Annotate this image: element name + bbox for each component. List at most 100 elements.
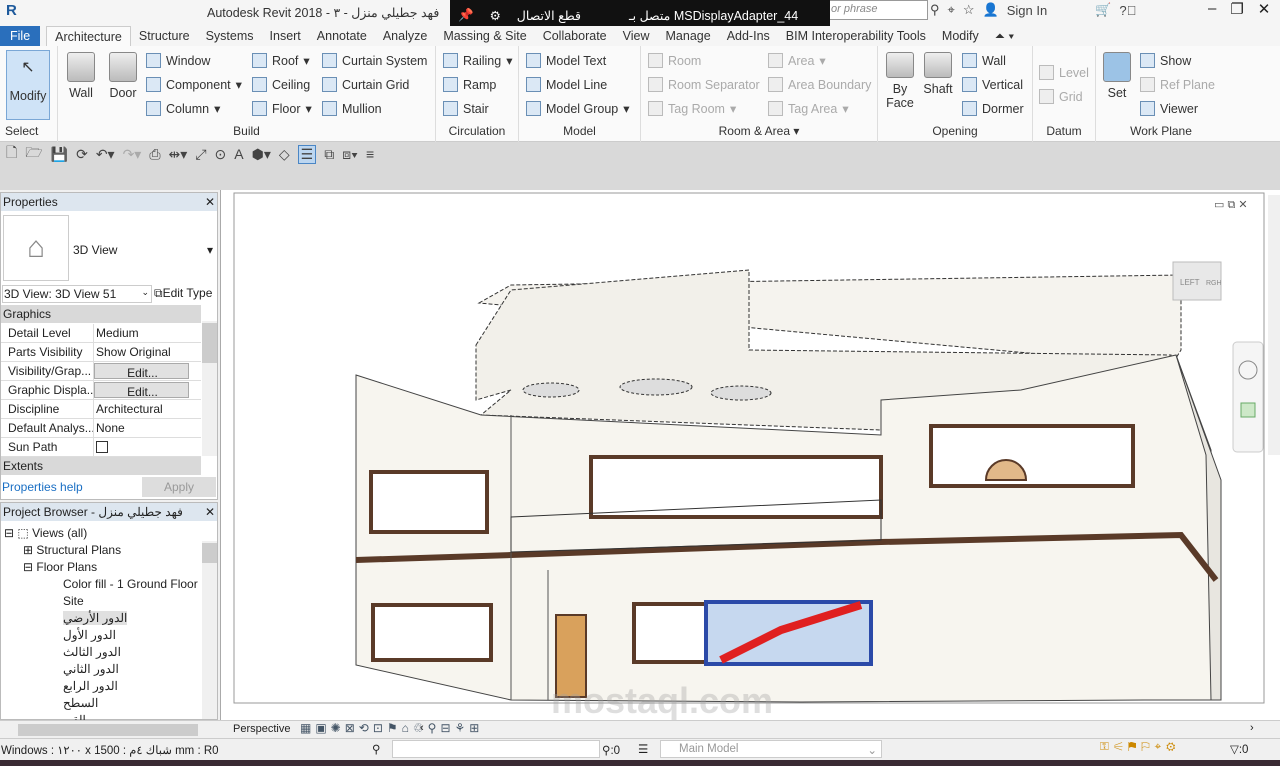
- disconnect-button[interactable]: قطع الاتصال: [517, 8, 581, 23]
- search-input[interactable]: or phrase: [826, 0, 928, 20]
- group-graphics[interactable]: Graphics: [1, 305, 201, 323]
- tab-annotate[interactable]: Annotate: [309, 26, 375, 46]
- model-text-button[interactable]: Model Text: [526, 53, 606, 68]
- sun-path-checkbox[interactable]: [96, 441, 108, 453]
- close-browser-button[interactable]: ✕: [205, 505, 215, 519]
- curtain-system-button[interactable]: Curtain System: [322, 53, 427, 68]
- section-icon[interactable]: ◇: [279, 146, 290, 163]
- star-icon[interactable]: ☆: [963, 2, 975, 18]
- grid-button[interactable]: Grid: [1039, 89, 1083, 104]
- dormer-button[interactable]: Dormer: [962, 101, 1024, 116]
- tab-structure[interactable]: Structure: [131, 26, 198, 46]
- pin-icon[interactable]: 📌: [458, 8, 474, 23]
- viewer-button[interactable]: Viewer: [1140, 101, 1198, 116]
- tree-floor-plan-item[interactable]: Site: [63, 594, 84, 608]
- select-dropdown[interactable]: Select: [0, 124, 57, 138]
- tree-floor-plan-item[interactable]: Color fill - 1 Ground Floor: [63, 577, 198, 591]
- design-options-icon[interactable]: ☰: [638, 742, 648, 756]
- component-button[interactable]: Component ▾: [146, 77, 242, 92]
- tag-icon[interactable]: ⊙: [215, 146, 227, 163]
- ref-plane-button[interactable]: Ref Plane: [1140, 77, 1215, 92]
- wall-button[interactable]: Wall: [66, 52, 96, 100]
- navigation-bar[interactable]: [1232, 341, 1264, 453]
- browser-scrollbar[interactable]: [202, 541, 217, 719]
- tree-floor-plan-item[interactable]: السطح: [63, 696, 98, 710]
- tab-massing-site[interactable]: Massing & Site: [435, 26, 534, 46]
- modify-button[interactable]: ↖ Modify: [6, 50, 50, 120]
- tab-collaborate[interactable]: Collaborate: [535, 26, 615, 46]
- curtain-grid-button[interactable]: Curtain Grid: [322, 77, 409, 92]
- column-button[interactable]: Column ▾: [146, 101, 220, 116]
- vertical-opening-button[interactable]: Vertical: [962, 77, 1023, 92]
- edit-button[interactable]: Edit...: [94, 363, 189, 380]
- wall-opening-button[interactable]: Wall: [962, 53, 1006, 68]
- instance-selector[interactable]: 3D View: 3D View 51 ⌄: [2, 285, 152, 303]
- redo-icon[interactable]: ↷▾: [123, 146, 142, 163]
- door-button[interactable]: Door: [108, 52, 138, 100]
- filter-icon[interactable]: ▽:0: [1230, 742, 1248, 756]
- hscroll-right[interactable]: ›: [1250, 722, 1254, 734]
- level-button[interactable]: Level: [1039, 65, 1089, 80]
- tab-bim-interoperability-tools[interactable]: BIM Interoperability Tools: [778, 26, 934, 46]
- group-extents[interactable]: Extents: [1, 457, 201, 475]
- roof-button[interactable]: Roof ▾: [252, 53, 310, 68]
- sign-in-link[interactable]: Sign In: [1007, 3, 1047, 18]
- measure-icon[interactable]: ⇹▾: [169, 146, 188, 163]
- tree-floor-plan-item[interactable]: الدور الثاني: [63, 662, 119, 676]
- apply-button[interactable]: Apply: [142, 477, 216, 497]
- tree-floor-plan-item[interactable]: الدور الثالث: [63, 645, 121, 659]
- binoculars-icon[interactable]: ⚲: [930, 2, 940, 18]
- close-hidden-icon[interactable]: ⧉: [324, 146, 334, 163]
- selection-filter-icons[interactable]: ⚿⚟⚑⚐⌖⚙: [1100, 741, 1180, 754]
- tab-manage[interactable]: Manage: [658, 26, 719, 46]
- new-icon[interactable]: 🗋: [6, 142, 17, 166]
- tab-analyze[interactable]: Analyze: [375, 26, 435, 46]
- print-icon[interactable]: ⎙: [149, 146, 160, 163]
- shaft-button[interactable]: Shaft: [922, 52, 954, 96]
- property-value[interactable]: [94, 438, 201, 456]
- edit-type-button[interactable]: ⧉Edit Type: [154, 286, 212, 301]
- tree-floor-plan-item[interactable]: الدور الأول: [63, 628, 116, 642]
- editable-only-icon[interactable]: ⚲:0: [602, 743, 620, 757]
- minimize-button[interactable]: –: [1208, 0, 1216, 18]
- tree-floor-plans[interactable]: ⊟ Floor Plans: [23, 560, 97, 574]
- text-icon[interactable]: A: [234, 146, 243, 162]
- design-option-dropdown[interactable]: Main Model ⌄: [660, 740, 882, 758]
- set-button[interactable]: Set: [1102, 52, 1132, 100]
- view-control-icons[interactable]: ▦▣✺⊠⟲⊡⚑⌂♲⚲⊟⚘⊞: [300, 721, 483, 735]
- open-icon[interactable]: 🗁: [25, 142, 42, 166]
- browser-hscroll[interactable]: [0, 720, 220, 738]
- tab-modify[interactable]: Modify: [934, 26, 987, 46]
- properties-scrollbar[interactable]: [202, 321, 217, 456]
- satellite-icon[interactable]: ⌖: [948, 2, 955, 18]
- tree-structural-plans[interactable]: ⊞ Structural Plans: [23, 543, 121, 557]
- switch-windows-icon[interactable]: ⧈▾: [342, 146, 358, 163]
- tag-room-button[interactable]: Tag Room ▾: [648, 101, 736, 116]
- worksets-icon[interactable]: ⚲: [372, 742, 380, 756]
- hscroll-left[interactable]: ‹: [420, 722, 424, 734]
- revit-logo[interactable]: R: [6, 2, 17, 19]
- thin-lines-icon[interactable]: ☰: [297, 144, 317, 164]
- property-value[interactable]: Show Original: [94, 343, 201, 361]
- viewcube-left-face[interactable]: LEFT: [1180, 278, 1200, 287]
- area-boundary-button[interactable]: Area Boundary: [768, 77, 871, 92]
- edit-button[interactable]: Edit...: [94, 382, 189, 399]
- model-line-button[interactable]: Model Line: [526, 77, 607, 92]
- close-properties-button[interactable]: ✕: [205, 195, 215, 209]
- help-icon[interactable]: ?⃝: [1119, 3, 1136, 18]
- area-button[interactable]: Area ▾: [768, 53, 826, 68]
- railing-button[interactable]: Railing ▾: [443, 53, 513, 68]
- viewcube-right-face[interactable]: RGH: [1206, 280, 1222, 287]
- by-face-button[interactable]: By Face: [884, 52, 916, 110]
- tag-area-button[interactable]: Tag Area ▾: [768, 101, 849, 116]
- type-selector[interactable]: 3D View ▾: [73, 243, 213, 257]
- floor-button[interactable]: Floor ▾: [252, 101, 312, 116]
- tab-file[interactable]: File: [0, 26, 41, 46]
- zoom-region-icon[interactable]: [1240, 402, 1256, 418]
- sync-icon[interactable]: ⟳: [76, 146, 88, 163]
- tab-architecture[interactable]: Architecture: [46, 26, 131, 46]
- viewcube[interactable]: LEFT RGH: [1172, 261, 1222, 301]
- ribbon-minimize-toggle[interactable]: ⏶ ▾: [987, 26, 1023, 46]
- room-separator-button[interactable]: Room Separator: [648, 77, 760, 92]
- tree-views-all[interactable]: ⊟ ⬚ Views (all): [4, 526, 87, 540]
